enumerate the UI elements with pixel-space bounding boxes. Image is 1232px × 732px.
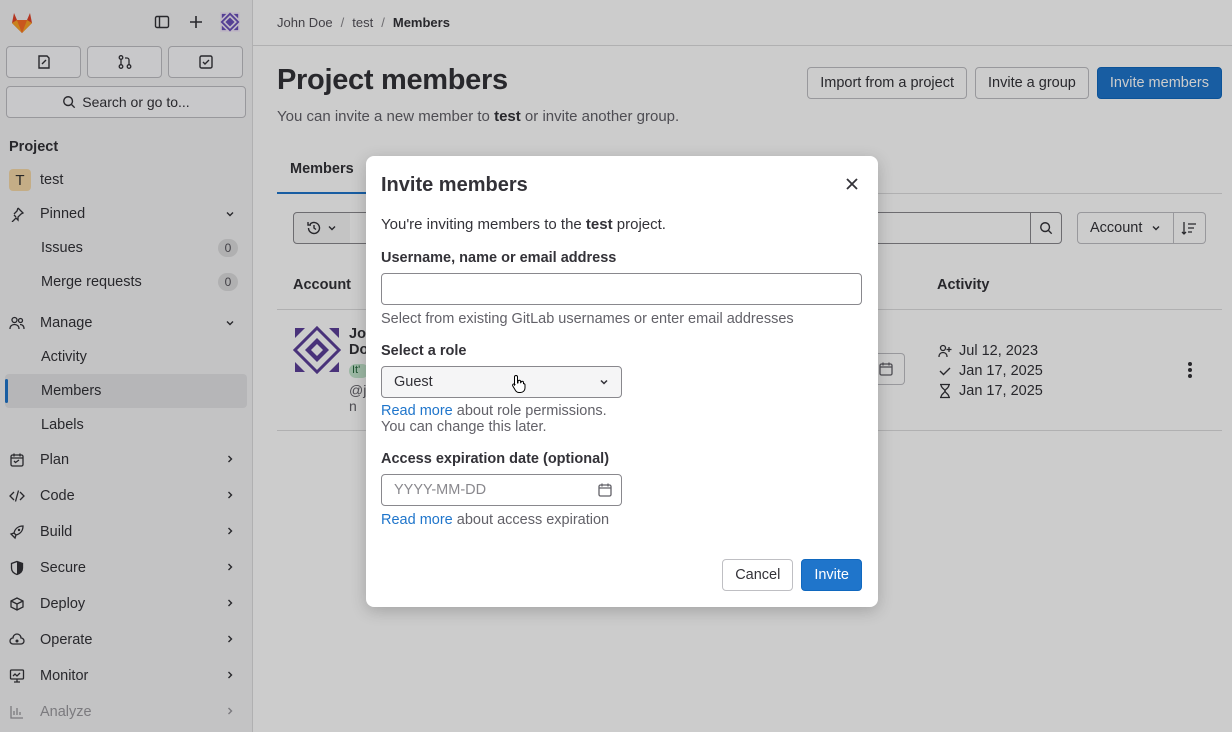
expiry-label: Access expiration date (optional) [381,451,610,467]
intro-text: project. [612,216,666,233]
expiry-date-input[interactable]: YYYY-MM-DD [381,474,622,506]
username-input[interactable] [381,273,862,305]
username-help: Select from existing GitLab usernames or… [381,311,794,327]
role-help-text: about role permissions. [452,403,607,419]
intro-project: test [585,216,613,233]
username-label: Username, name or email address [381,250,617,266]
role-help: Read more about role permissions. You ca… [381,403,607,435]
hand-cursor-icon [512,374,526,393]
expiry-help-text: about access expiration [452,512,610,528]
role-select[interactable]: Guest [381,366,622,398]
calendar-icon[interactable] [597,482,613,498]
role-read-more-link[interactable]: Read more [381,403,453,419]
expiry-placeholder: YYYY-MM-DD [394,482,487,498]
expiry-read-more-link[interactable]: Read more [381,512,453,528]
modal-intro: You're inviting members to the test proj… [381,216,666,233]
modal-footer: Cancel Invite [722,559,862,591]
invite-members-modal: Invite members You're inviting members t… [366,156,878,607]
invite-button[interactable]: Invite [801,559,862,591]
cancel-button[interactable]: Cancel [722,559,794,591]
role-label: Select a role [381,343,467,359]
modal-title: Invite members [381,174,528,196]
chevron-down-icon [597,375,611,389]
intro-text: You're inviting members to the [381,216,586,233]
close-icon[interactable] [844,176,860,192]
expiry-help: Read more about access expiration [381,512,609,528]
role-help-text: You can change this later. [381,419,547,435]
role-value: Guest [394,374,433,390]
